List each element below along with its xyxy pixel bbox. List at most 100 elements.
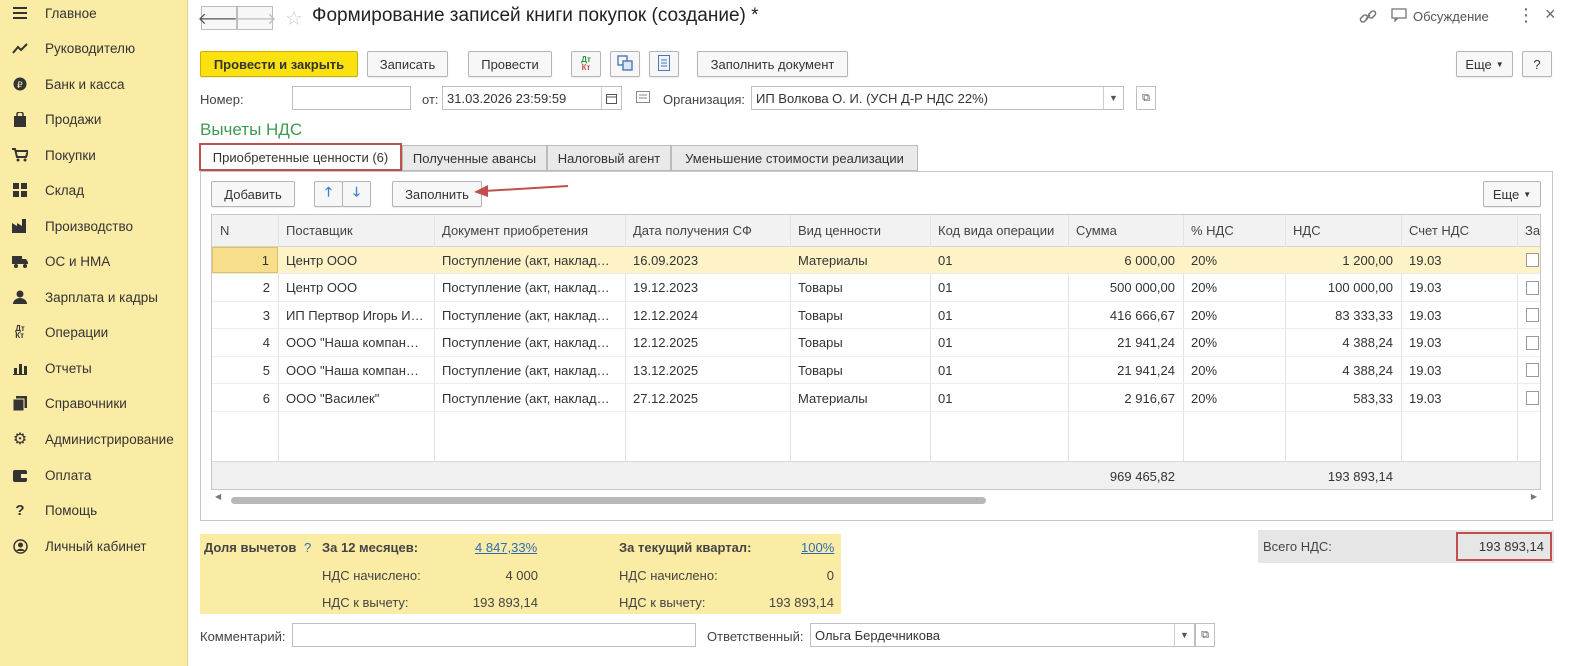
horizontal-scrollbar[interactable]: ◀ ▶ [211, 492, 1541, 506]
row-checkbox[interactable] [1526, 363, 1539, 378]
cell-account[interactable]: 19.03 [1401, 302, 1517, 328]
tab-tax-agent[interactable]: Налоговый агент [547, 145, 671, 171]
post-and-close-button[interactable]: Провести и закрыть [200, 51, 358, 77]
tab-cost-reduction[interactable]: Уменьшение стоимости реализации [671, 145, 918, 171]
row-checkbox[interactable] [1526, 335, 1539, 350]
responsible-field[interactable]: Ольга Бердечникова ▼ [810, 623, 1195, 647]
share-help-icon[interactable]: ? [304, 540, 311, 555]
cell-rate[interactable]: 20% [1183, 357, 1285, 383]
cell-code[interactable]: 01 [930, 330, 1068, 356]
cell-kind[interactable]: Товары [790, 275, 930, 301]
cell-sum[interactable]: 416 666,67 [1068, 302, 1183, 328]
cell-supplier[interactable]: ИП Пертвор Игорь И… [278, 302, 434, 328]
cell-code[interactable]: 01 [930, 275, 1068, 301]
table-more-button[interactable]: Еще ▼ [1483, 181, 1541, 207]
row-checkbox[interactable] [1526, 253, 1539, 267]
column-header-invoice-date[interactable]: Дата получения СФ [625, 215, 790, 246]
cell-code[interactable]: 01 [930, 385, 1068, 411]
cell-sum[interactable]: 21 941,24 [1068, 357, 1183, 383]
calendar-icon[interactable] [601, 87, 621, 109]
row-checkbox[interactable] [1526, 280, 1539, 295]
cell-account[interactable]: 19.03 [1401, 330, 1517, 356]
cell-vat[interactable]: 1 200,00 [1285, 247, 1401, 273]
column-header-vat[interactable]: НДС [1285, 215, 1401, 246]
cell-date[interactable]: 12.12.2025 [625, 330, 790, 356]
sidebar-item-purchases[interactable]: Покупки [0, 138, 188, 172]
cell-vat[interactable]: 100 000,00 [1285, 275, 1401, 301]
cell-code[interactable]: 01 [930, 247, 1068, 273]
sidebar-item-assets[interactable]: ОС и НМА [0, 244, 188, 278]
cell-sum[interactable]: 6 000,00 [1068, 247, 1183, 273]
quarter-link[interactable]: 100% [801, 540, 834, 555]
sidebar-item-cabinet[interactable]: Личный кабинет [0, 529, 188, 563]
table-row[interactable]: 4 ООО "Наша компан… Поступление (акт, накл… [212, 330, 1540, 357]
fill-button[interactable]: Заполнить [392, 181, 482, 207]
comment-field[interactable] [292, 623, 696, 647]
open-responsible-button[interactable]: ⧉ [1195, 623, 1215, 647]
column-header-n[interactable]: N [212, 215, 278, 246]
sidebar-item-operations[interactable]: Дт Кт Операции [0, 315, 188, 349]
cell-n[interactable]: 3 [212, 302, 278, 328]
cell-date[interactable]: 16.09.2023 [625, 247, 790, 273]
sidebar-item-salary[interactable]: Зарплата и кадры [0, 280, 188, 314]
cell-rate[interactable]: 20% [1183, 330, 1285, 356]
cell-supplier[interactable]: ООО "Наша компан… [278, 330, 434, 356]
cell-n[interactable]: 6 [212, 385, 278, 411]
post-button[interactable]: Провести [468, 51, 552, 77]
table-row[interactable]: 1 Центр ООО Поступление (акт, наклад… 16.09… [212, 247, 1540, 274]
cell-vat[interactable]: 4 388,24 [1285, 330, 1401, 356]
column-header-document[interactable]: Документ приобретения [434, 215, 625, 246]
column-header-supplier[interactable]: Поставщик [278, 215, 434, 246]
memo-icon[interactable] [636, 91, 650, 106]
add-button[interactable]: Добавить [211, 181, 295, 207]
move-down-button[interactable]: 🡓 [342, 181, 371, 207]
cell-sum[interactable]: 500 000,00 [1068, 275, 1183, 301]
cell-account[interactable]: 19.03 [1401, 247, 1517, 273]
tab-received-advances[interactable]: Полученные авансы [402, 145, 547, 171]
cell-code[interactable]: 01 [930, 302, 1068, 328]
close-icon[interactable]: × [1545, 4, 1556, 25]
cell-sum[interactable]: 21 941,24 [1068, 330, 1183, 356]
cell-kind[interactable]: Товары [790, 302, 930, 328]
cell-date[interactable]: 12.12.2024 [625, 302, 790, 328]
cell-account[interactable]: 19.03 [1401, 357, 1517, 383]
date-field[interactable]: 31.03.2026 23:59:59 [442, 86, 622, 110]
more-button[interactable]: Еще ▼ [1456, 51, 1513, 77]
cell-kind[interactable]: Товары [790, 330, 930, 356]
chevron-down-icon[interactable]: ▼ [1174, 624, 1194, 646]
dt-kt-button[interactable]: Дт Кт [571, 51, 601, 77]
cell-doc[interactable]: Поступление (акт, наклад… [434, 357, 625, 383]
cell-n[interactable]: 2 [212, 275, 278, 301]
column-header-vat-rate[interactable]: % НДС [1183, 215, 1285, 246]
column-header-flag[interactable]: За [1517, 215, 1540, 246]
cell-n[interactable]: 1 [212, 247, 278, 273]
cell-code[interactable]: 01 [930, 357, 1068, 383]
column-header-value-kind[interactable]: Вид ценности [790, 215, 930, 246]
cell-supplier[interactable]: Центр ООО [278, 247, 434, 273]
cell-rate[interactable]: 20% [1183, 247, 1285, 273]
save-button[interactable]: Записать [367, 51, 448, 77]
column-header-vat-account[interactable]: Счет НДС [1401, 215, 1517, 246]
fill-document-button[interactable]: Заполнить документ [697, 51, 848, 77]
cell-supplier[interactable]: ООО "Василек" [278, 385, 434, 411]
sidebar-item-payment[interactable]: Оплата [0, 458, 188, 492]
cell-kind[interactable]: Товары [790, 357, 930, 383]
scrollbar-thumb[interactable] [231, 497, 986, 504]
cell-date[interactable]: 27.12.2025 [625, 385, 790, 411]
cell-date[interactable]: 19.12.2023 [625, 275, 790, 301]
table-row[interactable]: 6 ООО "Василек" Поступление (акт, наклад… 2… [212, 385, 1540, 412]
cell-n[interactable]: 5 [212, 357, 278, 383]
cell-vat[interactable]: 583,33 [1285, 385, 1401, 411]
link-icon[interactable] [1359, 8, 1377, 26]
cell-kind[interactable]: Материалы [790, 385, 930, 411]
cell-rate[interactable]: 20% [1183, 275, 1285, 301]
cell-supplier[interactable]: ООО "Наша компан… [278, 357, 434, 383]
table-row[interactable]: 5 ООО "Наша компан… Поступление (акт, накл… [212, 357, 1540, 385]
sidebar-item-references[interactable]: Справочники [0, 386, 188, 420]
scroll-left-icon[interactable]: ◀ [215, 492, 221, 501]
cell-rate[interactable]: 20% [1183, 302, 1285, 328]
sidebar-item-help[interactable]: ? Помощь [0, 493, 188, 527]
discussion-button[interactable]: Обсуждение [1391, 8, 1489, 25]
organization-field[interactable]: ИП Волкова О. И. (УСН Д-Р НДС 22%) ▼ [751, 86, 1124, 110]
months12-link[interactable]: 4 847,33% [475, 540, 537, 555]
